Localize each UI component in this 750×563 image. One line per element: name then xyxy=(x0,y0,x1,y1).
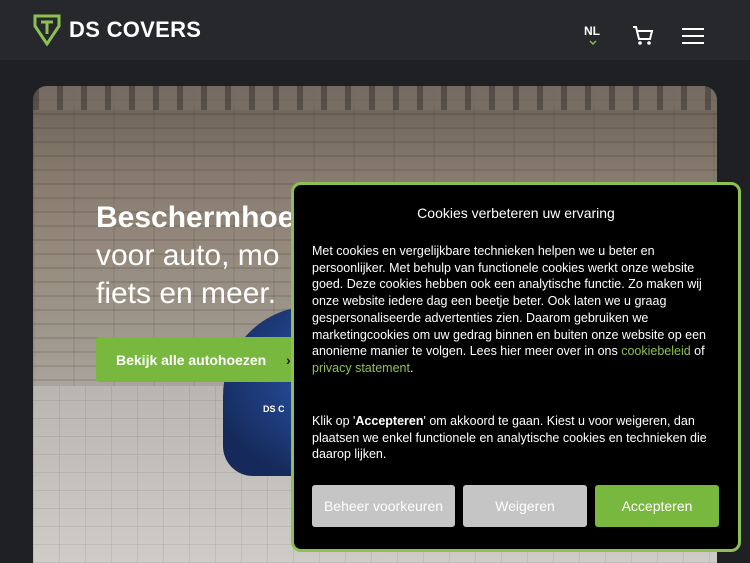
cart-icon[interactable] xyxy=(632,25,654,47)
cookie-policy-link[interactable]: cookiebeleid xyxy=(621,344,691,358)
hero-title-line2: voor auto, mo xyxy=(96,239,280,272)
site-header: DS COVERS NL xyxy=(0,0,750,60)
hamburger-menu-icon[interactable] xyxy=(682,28,704,44)
cookie-dialog-instructions: Klik op 'Accepteren' om akkoord te gaan.… xyxy=(312,413,724,463)
brand-name: DS COVERS xyxy=(69,17,202,42)
cookie-link-connector: of xyxy=(690,344,705,359)
cookie-body-end: . xyxy=(409,360,414,375)
view-all-car-covers-button[interactable]: Bekijk alle autohoezen xyxy=(96,337,296,382)
refuse-button[interactable]: Weigeren xyxy=(463,485,587,527)
privacy-statement-link[interactable]: privacy statement xyxy=(312,361,410,375)
accept-button[interactable]: Accepteren xyxy=(595,485,719,527)
cookie-body-text: Met cookies en vergelijkbare technieken … xyxy=(312,244,707,359)
chevron-right-icon: › xyxy=(286,352,291,368)
cookie-dialog-title: Cookies verbeteren uw ervaring xyxy=(417,205,615,221)
hero-title-line1: Beschermhoe xyxy=(96,201,295,234)
chevron-down-icon xyxy=(589,40,597,45)
instructions-accept-word: Accepteren xyxy=(355,414,424,428)
language-selector[interactable]: NL xyxy=(584,24,600,38)
hero-title-line3: fiets en meer. xyxy=(96,277,277,310)
view-all-car-covers-label: Bekijk alle autohoezen xyxy=(116,351,267,368)
cookie-consent-dialog: Cookies verbeteren uw ervaring Met cooki… xyxy=(291,182,741,552)
car-cover-logo: DS C xyxy=(263,404,285,414)
hero-title: Beschermhoe voor auto, mo fiets en meer. xyxy=(96,199,294,313)
instructions-prefix: Klik op ' xyxy=(312,414,356,428)
cookie-dialog-body: Met cookies en vergelijkbare technieken … xyxy=(312,243,724,377)
hero-background-beam xyxy=(33,86,717,110)
shield-logo-icon xyxy=(33,14,61,46)
manage-preferences-button[interactable]: Beheer voorkeuren xyxy=(312,485,455,527)
brand-logo[interactable]: DS COVERS xyxy=(33,14,201,46)
